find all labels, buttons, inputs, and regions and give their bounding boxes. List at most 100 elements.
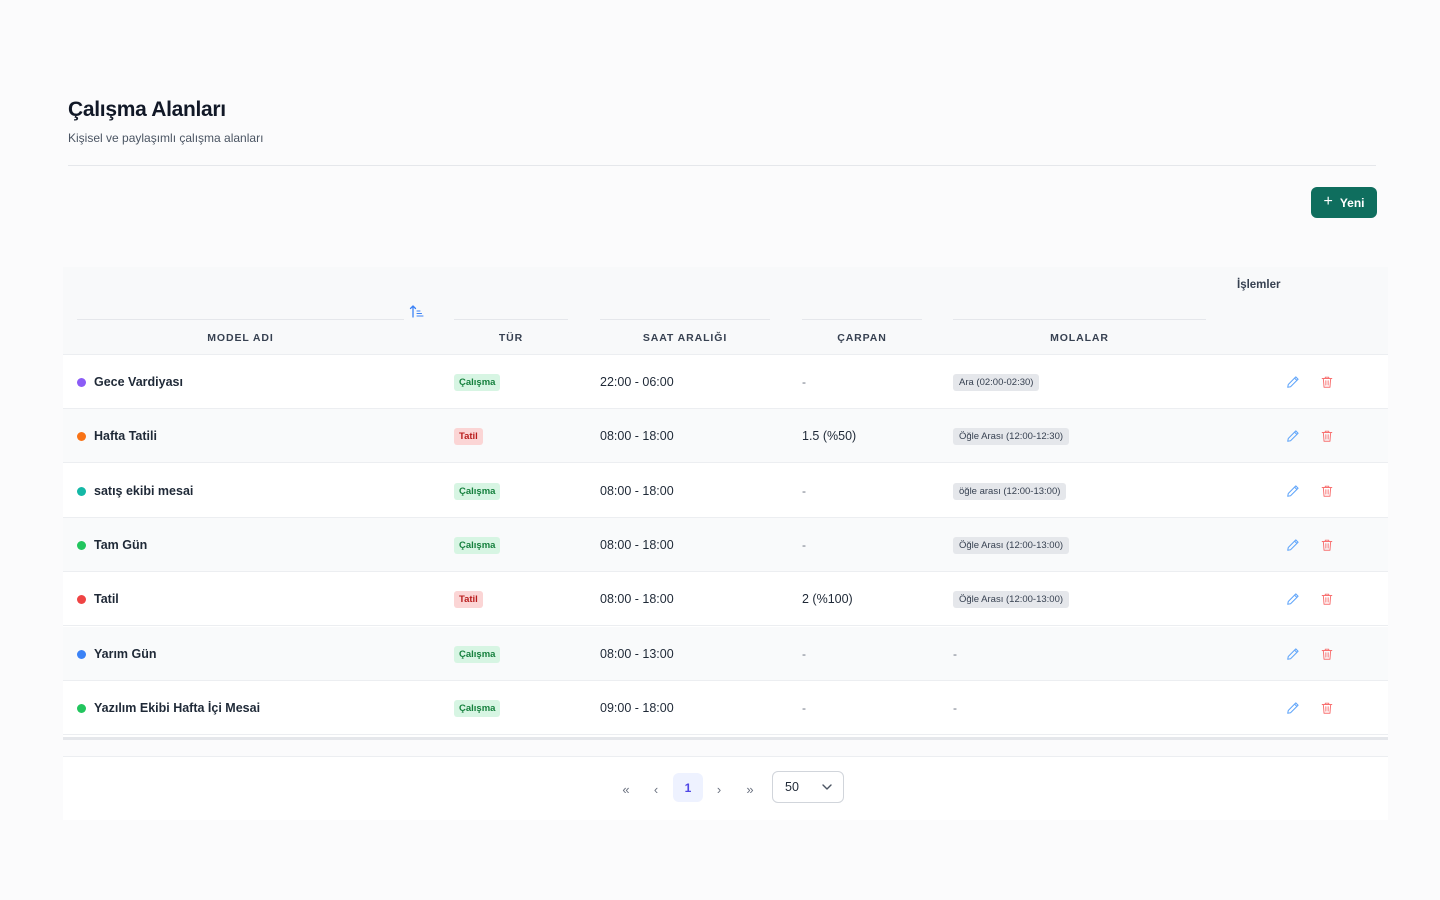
column-header-type[interactable]: TÜR [454,319,568,355]
chevrons-left-icon: « [622,781,630,797]
color-dot [77,594,86,604]
type-badge: Tatil [454,590,483,608]
next-page-button[interactable]: › [708,775,730,803]
table-row[interactable]: Hafta Tatili Tatil 08:00 - 18:00 1.5 (%50) Ö… [63,409,1388,463]
model-name-cell: Yazılım Ekibi Hafta İçi Mesai [77,681,260,735]
trash-icon[interactable] [1320,375,1334,389]
previous-page-button[interactable]: ‹ [645,775,667,803]
type-badge: Çalışma [454,699,501,717]
trash-icon[interactable] [1320,429,1334,443]
time-range: 08:00 - 18:00 [600,429,674,443]
type-badge: Çalışma [454,373,501,391]
break-badge: öğle arası (12:00-13:00) [953,482,1067,500]
pencil-icon[interactable] [1286,429,1300,443]
time-range: 08:00 - 18:00 [600,538,674,552]
time-range: 09:00 - 18:00 [600,701,674,715]
time-range: 08:00 - 13:00 [600,647,674,661]
model-name-cell: Tatil [77,572,119,626]
color-dot [77,486,86,496]
breaks-cell: Öğle Arası (12:00-12:30) [953,409,1070,463]
model-name: Gece Vardiyası [94,375,183,389]
trash-icon[interactable] [1320,592,1334,606]
page-number-button[interactable]: 1 [673,773,703,802]
model-name: Tam Gün [94,538,148,552]
model-name: Yazılım Ekibi Hafta İçi Mesai [94,701,261,715]
table-row[interactable]: Tam Gün Çalışma 08:00 - 18:00 - Öğle Arası (… [63,518,1388,572]
break-badge: Öğle Arası (12:00-13:00) [953,536,1070,554]
color-dot [77,703,86,713]
multiplier: - [802,538,806,552]
plus-icon: + [1323,193,1333,210]
type-cell: Tatil [454,572,483,626]
multiplier: 2 (%100) [802,592,853,606]
time-range: 22:00 - 06:00 [600,375,674,389]
page-title: Çalışma Alanları [68,98,226,121]
type-badge: Çalışma [454,536,501,554]
chevron-right-icon: › [716,781,722,797]
model-name-cell: Gece Vardiyası [77,355,183,409]
column-header-time-range[interactable]: SAAT ARALIĞI [600,319,770,355]
trash-icon[interactable] [1320,538,1334,552]
chevron-down-icon [822,784,832,790]
pencil-icon[interactable] [1286,484,1300,498]
pencil-icon[interactable] [1286,701,1300,715]
type-badge: Çalışma [454,482,501,500]
model-name-cell: satış ekibi mesai [77,464,193,518]
model-name: Hafta Tatili [94,429,157,443]
breaks-cell: Öğle Arası (12:00-13:00) [953,572,1070,626]
break-badge: Ara (02:00-02:30) [953,373,1040,391]
last-page-button[interactable]: » [739,775,761,803]
model-name-cell: Hafta Tatili [77,409,157,463]
type-cell: Çalışma [454,355,501,409]
model-name: Tatil [94,592,119,606]
table-row[interactable]: Yazılım Ekibi Hafta İçi Mesai Çalışma 09:0… [63,681,1388,735]
type-cell: Çalışma [454,627,501,681]
multiplier: 1.5 (%50) [802,429,857,443]
page: Çalışma Alanları Kişisel ve paylaşımlı ç… [0,0,1440,900]
column-header-breaks[interactable]: MOLALAR [953,319,1206,355]
breaks-empty: - [953,701,957,715]
pencil-icon[interactable] [1286,375,1300,389]
table-bottom-border [63,737,1388,740]
table-row[interactable]: Tatil Tatil 08:00 - 18:00 2 (%100) Öğle Aras… [63,572,1388,626]
header-divider [68,165,1376,166]
column-header-model-name[interactable]: MODEL ADI [77,319,404,355]
color-dot [77,377,86,387]
chevrons-right-icon: » [746,781,754,797]
breaks-cell: - [953,627,957,681]
page-size-value: 50 [785,780,799,794]
breaks-empty: - [953,647,957,661]
model-name: Yarım Gün [94,647,157,661]
trash-icon[interactable] [1320,484,1334,498]
first-page-button[interactable]: « [615,775,637,803]
pencil-icon[interactable] [1286,592,1300,606]
new-button[interactable]: + Yeni [1311,187,1377,218]
breaks-cell: - [953,681,957,735]
model-name-cell: Yarım Gün [77,627,157,681]
new-button-label: Yeni [1339,195,1365,210]
model-name: satış ekibi mesai [94,484,194,498]
page-header: Çalışma Alanları Kişisel ve paylaşımlı ç… [68,98,1376,145]
column-header-multiplier[interactable]: ÇARPAN [802,319,922,355]
breaks-cell: Ara (02:00-02:30) [953,355,1040,409]
pencil-icon[interactable] [1286,647,1300,661]
table-row[interactable]: Yarım Gün Çalışma 08:00 - 13:00 - - [63,627,1388,681]
type-badge: Çalışma [454,645,501,663]
color-dot [77,540,86,550]
chevron-left-icon: ‹ [653,781,659,797]
table-row[interactable]: satış ekibi mesai Çalışma 08:00 - 18:00 - öğ… [63,464,1388,518]
page-size-select[interactable]: 50 [772,771,844,803]
pagination: « ‹ 1 › » 50 [63,756,1388,820]
time-range: 08:00 - 18:00 [600,484,674,498]
trash-icon[interactable] [1320,701,1334,715]
page-subtitle: Kişisel ve paylaşımlı çalışma alanları [68,131,264,145]
sort-ascending-icon[interactable] [409,303,425,319]
trash-icon[interactable] [1320,647,1334,661]
break-badge: Öğle Arası (12:00-13:00) [953,590,1070,608]
table-row[interactable]: Gece Vardiyası Çalışma 22:00 - 06:00 - Ara (… [63,355,1388,409]
pencil-icon[interactable] [1286,538,1300,552]
break-badge: Öğle Arası (12:00-12:30) [953,427,1070,445]
work-models-table: MODEL ADI TÜR SAAT ARALIĞI ÇARPAN MOLALA… [63,267,1388,739]
breaks-cell: öğle arası (12:00-13:00) [953,464,1067,518]
type-badge: Tatil [454,427,483,445]
